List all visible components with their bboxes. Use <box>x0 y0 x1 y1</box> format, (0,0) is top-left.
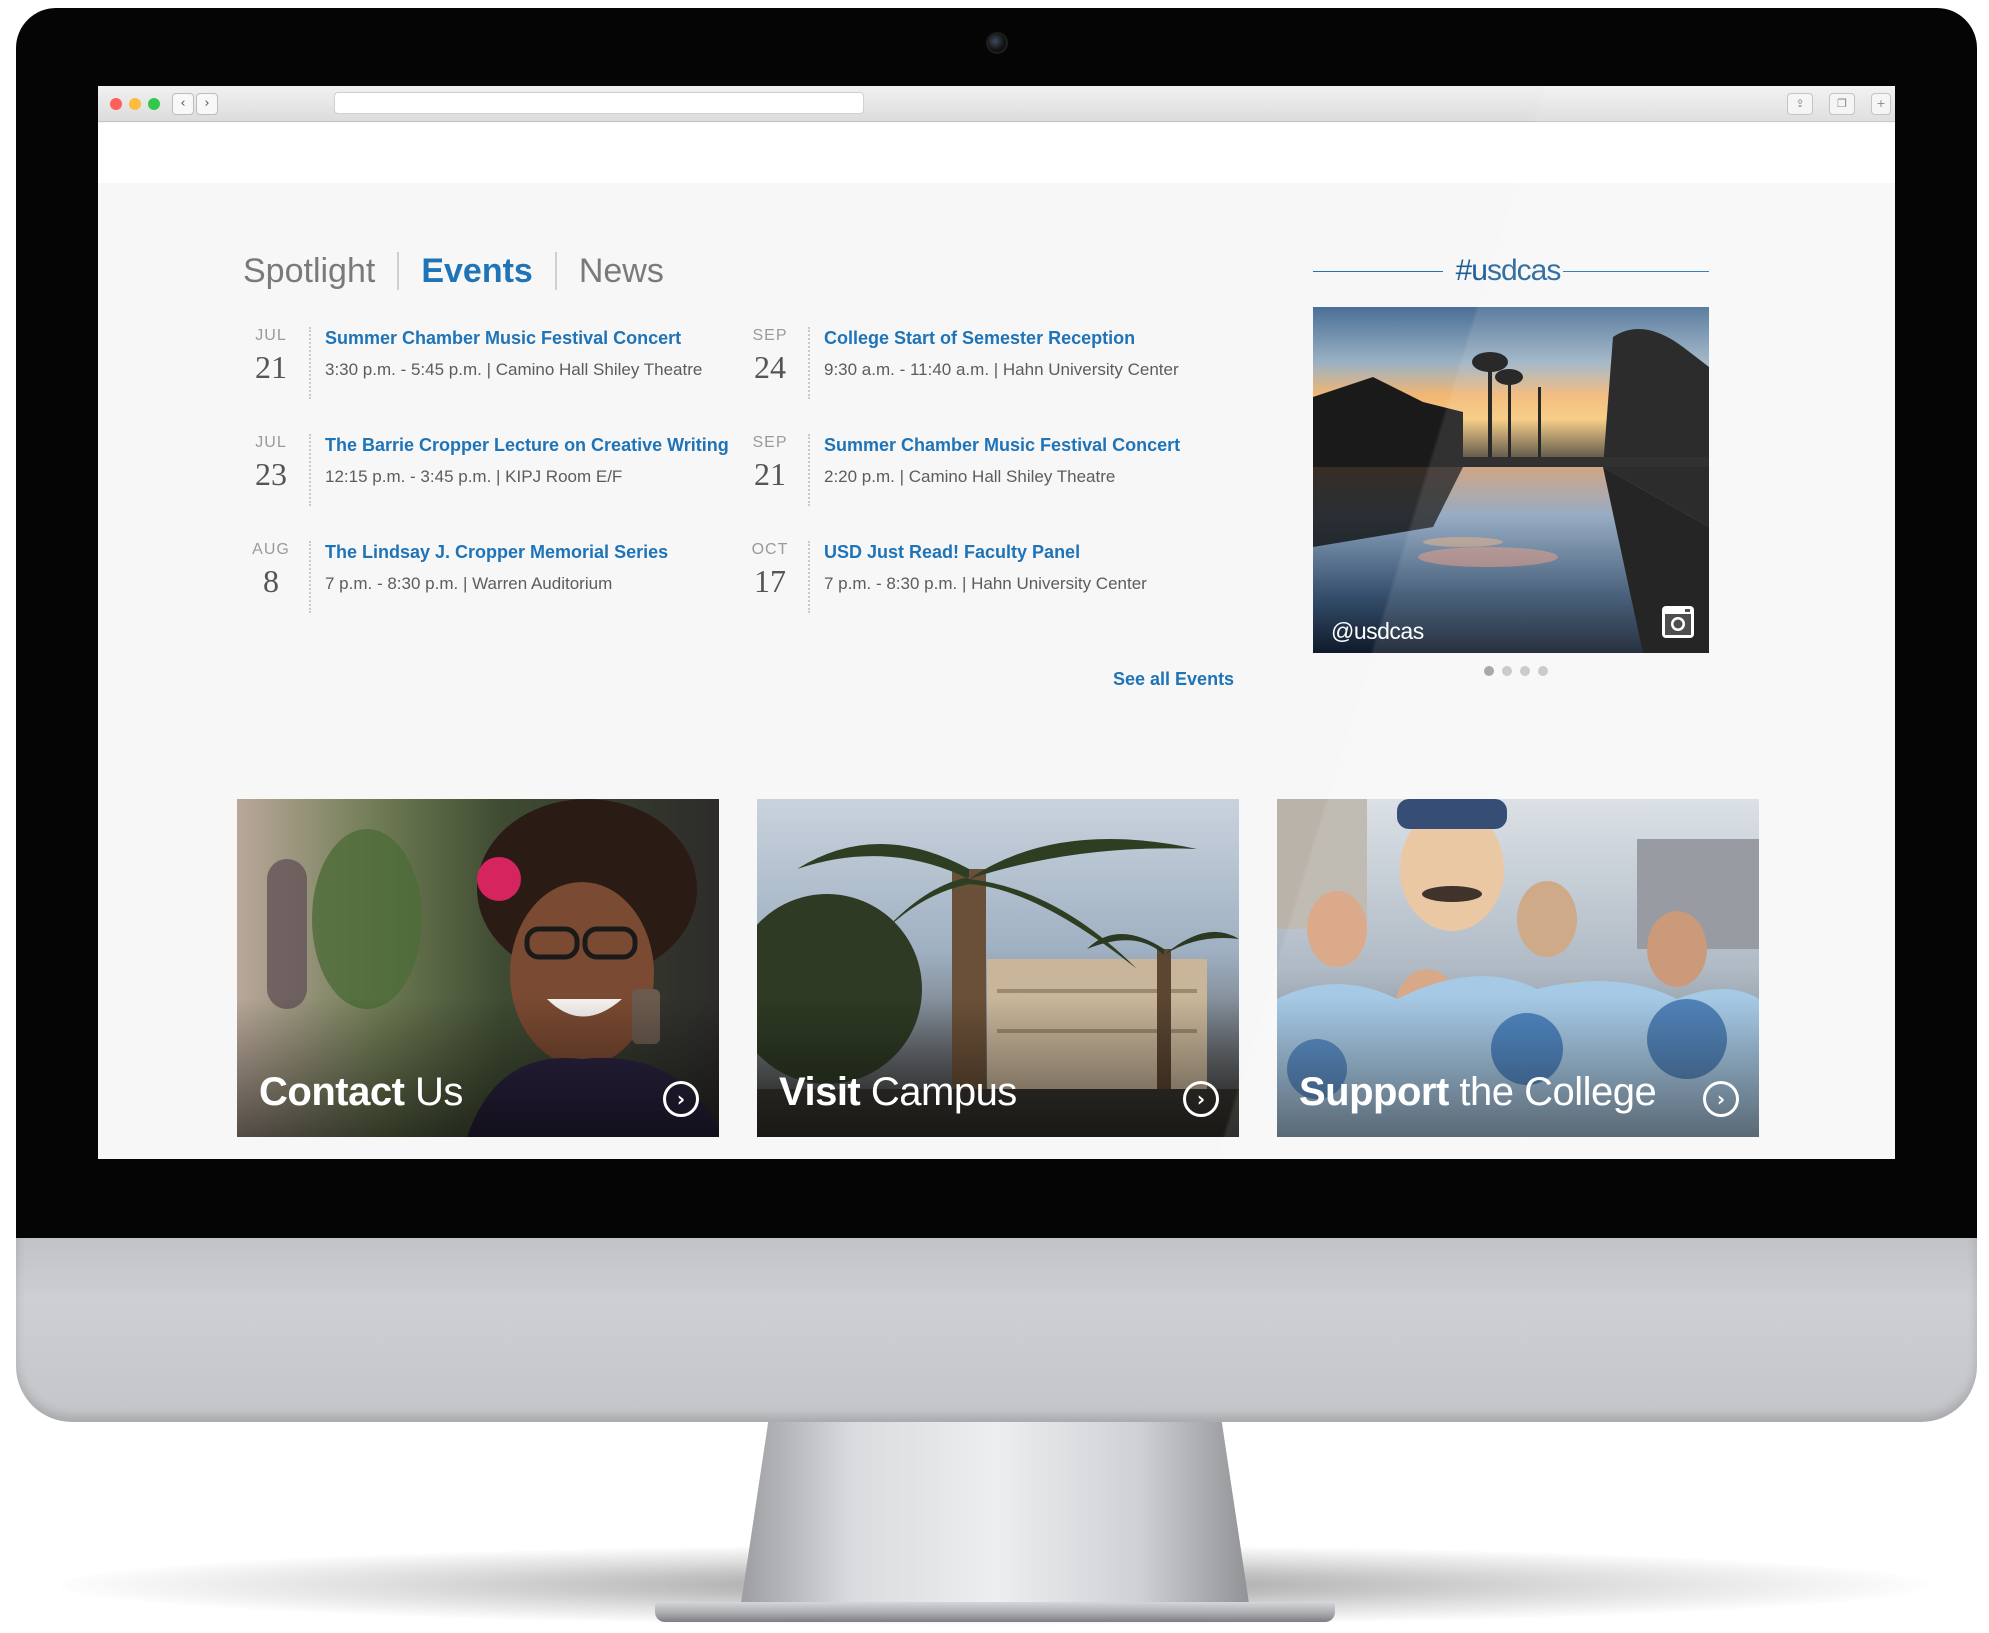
card-gradient <box>757 997 1239 1137</box>
event-details: 2:20 p.m. | Camino Hall Shiley Theatre <box>824 467 1116 486</box>
event-title-link[interactable]: The Barrie Cropper Lecture on Creative W… <box>325 435 729 456</box>
tab-spotlight[interactable]: Spotlight <box>243 252 375 291</box>
event-details: 3:30 p.m. - 5:45 p.m. | Camino Hall Shil… <box>325 360 703 379</box>
card-label: Support the College <box>1299 1070 1657 1115</box>
webcam-icon <box>986 32 1008 54</box>
content-tabs: Spotlight Events News <box>243 246 664 296</box>
sunset-reflection-image <box>1313 307 1709 653</box>
event-day: 8 <box>263 563 279 599</box>
event-title-link[interactable]: The Lindsay J. Cropper Memorial Series <box>325 542 668 563</box>
event-details: 7 p.m. - 8:30 p.m. | Hahn University Cen… <box>824 574 1147 593</box>
card-label-strong: Contact <box>259 1070 405 1114</box>
carousel-dot[interactable] <box>1520 666 1530 676</box>
tab-divider <box>554 252 557 290</box>
event-month: JUL <box>255 434 287 451</box>
card-label: Contact Us <box>259 1070 463 1115</box>
minimize-window-button[interactable] <box>129 98 141 110</box>
carousel-dots <box>1484 666 1554 680</box>
event-item: JUL 23 The Barrie Cropper Lecture on Cre… <box>243 434 729 514</box>
zoom-window-button[interactable] <box>148 98 160 110</box>
tab-events[interactable]: Events <box>421 252 533 291</box>
instagram-header: #usdcas <box>1313 246 1709 296</box>
card-gradient <box>1277 997 1759 1137</box>
chevron-left-icon[interactable]: ‹ <box>172 93 194 115</box>
header-rule <box>1563 271 1709 272</box>
event-day: 23 <box>255 456 287 492</box>
carousel-dot[interactable] <box>1538 666 1548 676</box>
arrow-right-circle-icon[interactable]: › <box>663 1081 699 1117</box>
card-label-light: the College <box>1448 1070 1657 1114</box>
event-day: 21 <box>754 456 786 492</box>
header-rule <box>1313 271 1443 272</box>
event-divider <box>808 434 810 506</box>
card-gradient <box>237 997 719 1137</box>
event-title-link[interactable]: College Start of Semester Reception <box>824 328 1135 349</box>
carousel-dot[interactable] <box>1502 666 1512 676</box>
arrow-right-circle-icon[interactable]: › <box>1183 1081 1219 1117</box>
arrow-right-circle-icon[interactable]: › <box>1703 1081 1739 1117</box>
share-icon[interactable]: ⇪ <box>1787 93 1813 115</box>
see-all-events-link[interactable]: See all Events <box>1113 669 1234 690</box>
event-divider <box>309 327 311 399</box>
event-day: 24 <box>754 349 786 385</box>
event-item: JUL 21 Summer Chamber Music Festival Con… <box>243 327 703 407</box>
card-label-light: Us <box>404 1070 463 1114</box>
event-month: JUL <box>255 327 287 344</box>
event-title-link[interactable]: Summer Chamber Music Festival Concert <box>824 435 1180 456</box>
event-details: 9:30 a.m. - 11:40 a.m. | Hahn University… <box>824 360 1179 379</box>
event-day: 17 <box>754 563 786 599</box>
event-divider <box>309 541 311 613</box>
tab-divider <box>397 252 400 290</box>
support-college-card[interactable]: Support the College › <box>1277 799 1759 1137</box>
instagram-icon[interactable] <box>1661 605 1695 639</box>
tab-news[interactable]: News <box>579 252 664 291</box>
visit-campus-card[interactable]: Visit Campus › <box>757 799 1239 1137</box>
event-day: 21 <box>255 349 287 385</box>
instagram-hashtag[interactable]: #usdcas <box>1453 254 1563 288</box>
monitor-stand <box>740 1410 1250 1610</box>
site-header <box>98 123 1895 183</box>
event-divider <box>808 541 810 613</box>
event-month: AUG <box>252 541 290 558</box>
event-divider <box>808 327 810 399</box>
card-label-strong: Support <box>1299 1070 1449 1114</box>
event-month: SEP <box>752 327 788 344</box>
card-label-strong: Visit <box>779 1070 861 1114</box>
close-window-button[interactable] <box>110 98 122 110</box>
instagram-handle[interactable]: @usdcas <box>1331 618 1424 645</box>
browser-toolbar: ‹ › ⇪ ❐ + <box>98 86 1895 122</box>
new-tab-icon[interactable]: + <box>1871 93 1891 115</box>
event-item: OCT 17 USD Just Read! Faculty Panel 7 p.… <box>742 541 1202 621</box>
event-details: 7 p.m. - 8:30 p.m. | Warren Auditorium <box>325 574 613 593</box>
card-label: Visit Campus <box>779 1070 1017 1115</box>
instagram-photo[interactable]: @usdcas <box>1313 307 1709 653</box>
event-item: SEP 24 College Start of Semester Recepti… <box>742 327 1202 407</box>
carousel-dot[interactable] <box>1484 666 1494 676</box>
event-month: OCT <box>751 541 789 558</box>
event-item: AUG 8 The Lindsay J. Cropper Memorial Se… <box>243 541 703 621</box>
contact-us-card[interactable]: Contact Us › <box>237 799 719 1137</box>
screen: ‹ › ⇪ ❐ + Spotlight Events News JUL 21 S… <box>98 86 1895 1159</box>
event-title-link[interactable]: Summer Chamber Music Festival Concert <box>325 328 681 349</box>
address-bar[interactable] <box>334 92 864 114</box>
event-divider <box>309 434 311 506</box>
event-item: SEP 21 Summer Chamber Music Festival Con… <box>742 434 1202 514</box>
card-label-light: Campus <box>860 1070 1017 1114</box>
event-details: 12:15 p.m. - 3:45 p.m. | KIPJ Room E/F <box>325 467 623 486</box>
tabs-icon[interactable]: ❐ <box>1829 93 1855 115</box>
monitor-stand-base <box>655 1602 1335 1622</box>
event-title-link[interactable]: USD Just Read! Faculty Panel <box>824 542 1080 563</box>
chevron-right-icon[interactable]: › <box>196 93 218 115</box>
event-month: SEP <box>752 434 788 451</box>
